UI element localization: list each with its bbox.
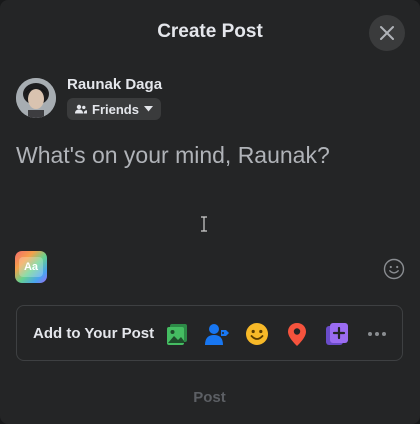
add-to-post-label: Add to Your Post [33,324,155,342]
user-name: Raunak Daga [67,76,163,93]
audience-label: Friends [92,101,139,117]
check-in-icon[interactable] [284,321,310,347]
audience-selector-button[interactable]: Friends [67,98,161,120]
add-to-post-bar: Add to Your Post [16,305,403,361]
background-picker-button[interactable]: Aa [15,251,47,283]
feeling-activity-icon[interactable] [244,321,270,347]
avatar[interactable] [16,78,56,118]
gif-icon[interactable] [324,321,350,347]
more-icon[interactable] [364,321,390,347]
friends-icon [75,104,87,114]
avatar-photo-icon [16,78,56,118]
post-text-input[interactable]: What's on your mind, Raunak? [16,142,396,169]
caret-down-icon [143,106,153,112]
smiley-icon[interactable] [383,258,405,280]
close-icon [380,26,394,40]
close-button[interactable] [369,15,405,51]
background-picker-label: Aa [19,257,43,277]
dialog-title: Create Post [157,21,263,42]
photo-video-icon[interactable] [164,321,190,347]
tag-people-icon[interactable] [204,321,230,347]
post-button[interactable]: Post [16,380,403,414]
create-post-dialog: Create Post Raunak Daga Friends What's o… [0,0,420,424]
text-cursor-icon [201,216,207,232]
